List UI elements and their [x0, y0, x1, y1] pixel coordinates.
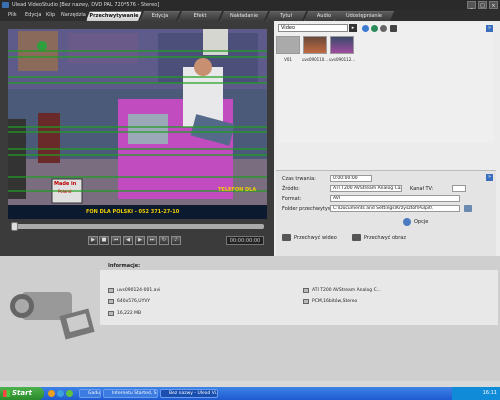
add-icon[interactable] — [371, 25, 378, 32]
info-device: ATI T200 AVStream Analog C... — [312, 288, 381, 293]
overlay-made-in: Made in — [54, 181, 77, 187]
import-icon[interactable] — [362, 25, 369, 32]
task-button-2[interactable]: Internetu Started, S... — [103, 389, 158, 398]
window-controls: _ □ × — [467, 1, 498, 9]
scrubber-handle[interactable] — [11, 222, 18, 231]
camcorder-icon — [10, 292, 95, 340]
capture-image-button[interactable]: Przechwyć obraz — [364, 235, 406, 241]
library-thumb-1[interactable] — [276, 36, 300, 54]
overlay-poland: Poland — [58, 189, 72, 194]
library-category-dropdown[interactable]: Video — [278, 24, 348, 32]
audio-icon — [303, 299, 309, 304]
library-thumb-2[interactable] — [303, 36, 327, 54]
menu-bar: Plik Edycja Klip Narzędzia Przechwytywan… — [0, 10, 500, 21]
snapshot-icon[interactable] — [352, 234, 361, 241]
close-button[interactable]: × — [489, 1, 498, 9]
info-audio: PCM,16bitów,Stereo — [312, 299, 358, 304]
thumb-label-3: uvs090112... — [329, 57, 356, 62]
info-file: uvs090124-001.avi — [117, 288, 161, 293]
info-resolution: 640x576,UYVY — [117, 299, 151, 304]
view-icon[interactable] — [390, 25, 397, 32]
camera-icon[interactable] — [282, 234, 291, 241]
duration-label: Czas trwania: — [282, 176, 316, 182]
title-bar: Ulead VideoStudio [Bez nazwy, DVD PAL 72… — [0, 0, 500, 10]
task-button-1[interactable]: Gadu-Gadu — [79, 389, 101, 398]
quicklaunch-icon-3[interactable] — [66, 390, 73, 397]
maximize-button[interactable]: □ — [478, 1, 487, 9]
menu-edycja[interactable]: Edycja — [25, 11, 42, 20]
menu-klip[interactable]: Klip — [46, 11, 55, 20]
video-preview[interactable]: Made in Poland FON DLA POLSKI - 052 371-… — [8, 29, 267, 219]
taskbar — [0, 387, 500, 400]
video-ticker-2: TELEFON DLA — [218, 187, 257, 193]
start-button[interactable]: Start — [0, 387, 44, 400]
menu-plik[interactable]: Plik — [8, 11, 17, 20]
file-icon — [108, 288, 114, 293]
collapse-options-icon[interactable]: » — [486, 174, 493, 181]
quicklaunch-icon-1[interactable] — [48, 390, 55, 397]
tab-nakladanie[interactable]: Nakładanie — [220, 11, 268, 21]
folder-field[interactable]: C:\Documents and Settings\Krzysztof\Pulp… — [330, 205, 460, 212]
tab-edycja[interactable]: Edycja — [140, 11, 180, 21]
clock[interactable]: 16:11 — [483, 390, 497, 396]
stop-button[interactable]: ■ — [99, 236, 109, 245]
options-button[interactable]: Opcje — [414, 219, 428, 225]
capture-video-button[interactable]: Przechwyć wideo — [294, 235, 337, 241]
window-title: Ulead VideoStudio [Bez nazwy, DVD PAL 72… — [12, 2, 160, 8]
task-button-3[interactable]: Bez nazwy - Ulead Vi... — [160, 389, 218, 398]
playback-scrubber[interactable] — [11, 222, 264, 231]
windows-logo-icon — [3, 390, 10, 397]
app-icon — [2, 2, 9, 8]
collapse-library-icon[interactable]: » — [486, 25, 493, 32]
resolution-icon — [108, 299, 114, 304]
loop-button[interactable]: ↻ — [159, 236, 169, 245]
options-icon[interactable] — [380, 25, 387, 32]
next-frame-button[interactable]: ▶ — [135, 236, 145, 245]
duration-field[interactable]: 0:00:00:00 — [330, 175, 372, 182]
options-gear-icon[interactable] — [403, 218, 411, 226]
capture-options — [276, 170, 496, 256]
library-thumb-3[interactable] — [330, 36, 354, 54]
format-dropdown[interactable]: AVI — [330, 195, 460, 202]
information-heading: Informacje: — [108, 263, 141, 269]
video-ticker: FON DLA POLSKI - 052 371-27-10 — [86, 209, 180, 215]
tv-channel-label: Kanał TV: — [410, 186, 434, 192]
information-panel — [100, 270, 498, 325]
folder-icon[interactable]: ▸ — [349, 24, 357, 32]
end-button[interactable]: ⏭ — [147, 236, 157, 245]
format-label: Format: — [282, 196, 302, 202]
rewind-button[interactable]: ⏮ — [111, 236, 121, 245]
tab-przechwytywanie[interactable]: Przechwytywanie — [86, 11, 142, 21]
thumb-label-2: uvs090110... — [302, 57, 329, 62]
tab-tytul[interactable]: Tytuł — [266, 11, 306, 21]
tv-channel-field[interactable] — [452, 185, 466, 192]
prev-frame-button[interactable]: ◀ — [123, 236, 133, 245]
play-button[interactable]: ▶ — [88, 236, 98, 245]
browse-folder-icon[interactable] — [464, 205, 472, 212]
system-tray: 16:11 — [452, 387, 500, 400]
device-icon — [303, 288, 309, 293]
minimize-button[interactable]: _ — [467, 1, 476, 9]
start-label: Start — [12, 389, 32, 397]
timecode-display[interactable]: 00:00:00:00 — [226, 236, 264, 245]
quicklaunch-icon-2[interactable] — [57, 390, 64, 397]
volume-button[interactable]: ♪ — [171, 236, 181, 245]
tab-udostepnianie[interactable]: Udostępnianie — [334, 11, 394, 21]
thumb-label-1: V01 — [284, 57, 292, 62]
size-icon — [108, 311, 114, 316]
source-dropdown[interactable]: ATI T200 AVStream Analog Cap — [330, 185, 402, 192]
source-label: Źródło: — [282, 186, 300, 192]
info-size: 16,222 MB — [117, 311, 142, 316]
tab-efekt[interactable]: Efekt — [178, 11, 222, 21]
menu-narzedzia[interactable]: Narzędzia — [61, 11, 86, 20]
